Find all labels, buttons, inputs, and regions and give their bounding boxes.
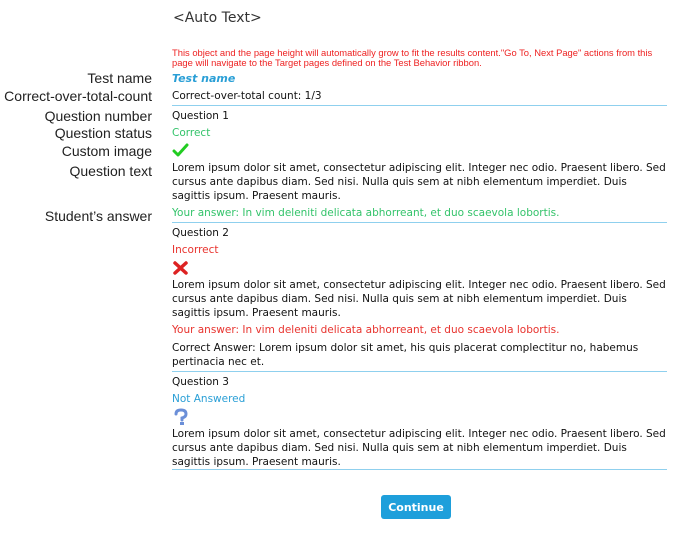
label-question-status: Question status bbox=[54, 125, 152, 141]
student-answer: Your answer: In vim deleniti delicata ab… bbox=[172, 207, 560, 219]
label-count: Correct-over-total-count bbox=[4, 88, 152, 104]
checkmark-icon bbox=[172, 142, 667, 160]
label-test-name: Test name bbox=[87, 70, 152, 86]
question-status: Correct bbox=[172, 127, 211, 139]
question-block-1: Question 1 Correct Lorem ipsum dolor sit… bbox=[172, 108, 667, 223]
question-text: Lorem ipsum dolor sit amet, consectetur … bbox=[172, 279, 666, 319]
question-block-2: Question 2 Incorrect Lorem ipsum dolor s… bbox=[172, 225, 667, 372]
auto-text-placeholder: <Auto Text> bbox=[173, 10, 262, 26]
correct-over-total-count: Correct-over-total count: 1/3 bbox=[172, 88, 667, 106]
question-number: Question 2 bbox=[172, 227, 229, 239]
question-block-3: Question 3 Not Answered Lorem ipsum dolo… bbox=[172, 374, 667, 470]
question-status: Not Answered bbox=[172, 393, 246, 405]
results-warning-note: This object and the page height will aut… bbox=[172, 47, 653, 68]
question-text: Lorem ipsum dolor sit amet, consectetur … bbox=[172, 162, 666, 202]
question-status: Incorrect bbox=[172, 244, 219, 256]
label-question-number: Question number bbox=[44, 108, 152, 124]
question-number: Question 1 bbox=[172, 110, 229, 122]
cross-icon bbox=[172, 259, 667, 277]
question-text: Lorem ipsum dolor sit amet, consectetur … bbox=[172, 428, 666, 468]
question-number: Question 3 bbox=[172, 376, 229, 388]
label-question-text: Question text bbox=[69, 163, 153, 179]
label-student-answer: Student’s answer bbox=[44, 208, 152, 224]
results-content: Test name Correct-over-total count: 1/3 … bbox=[172, 70, 667, 470]
correct-answer: Correct Answer: Lorem ipsum dolor sit am… bbox=[172, 342, 639, 368]
student-answer: Your answer: In vim deleniti delicata ab… bbox=[172, 324, 560, 336]
test-name: Test name bbox=[172, 72, 236, 85]
continue-button[interactable]: Continue bbox=[381, 495, 451, 519]
question-mark-icon bbox=[172, 408, 667, 426]
label-custom-image: Custom image bbox=[61, 143, 152, 159]
